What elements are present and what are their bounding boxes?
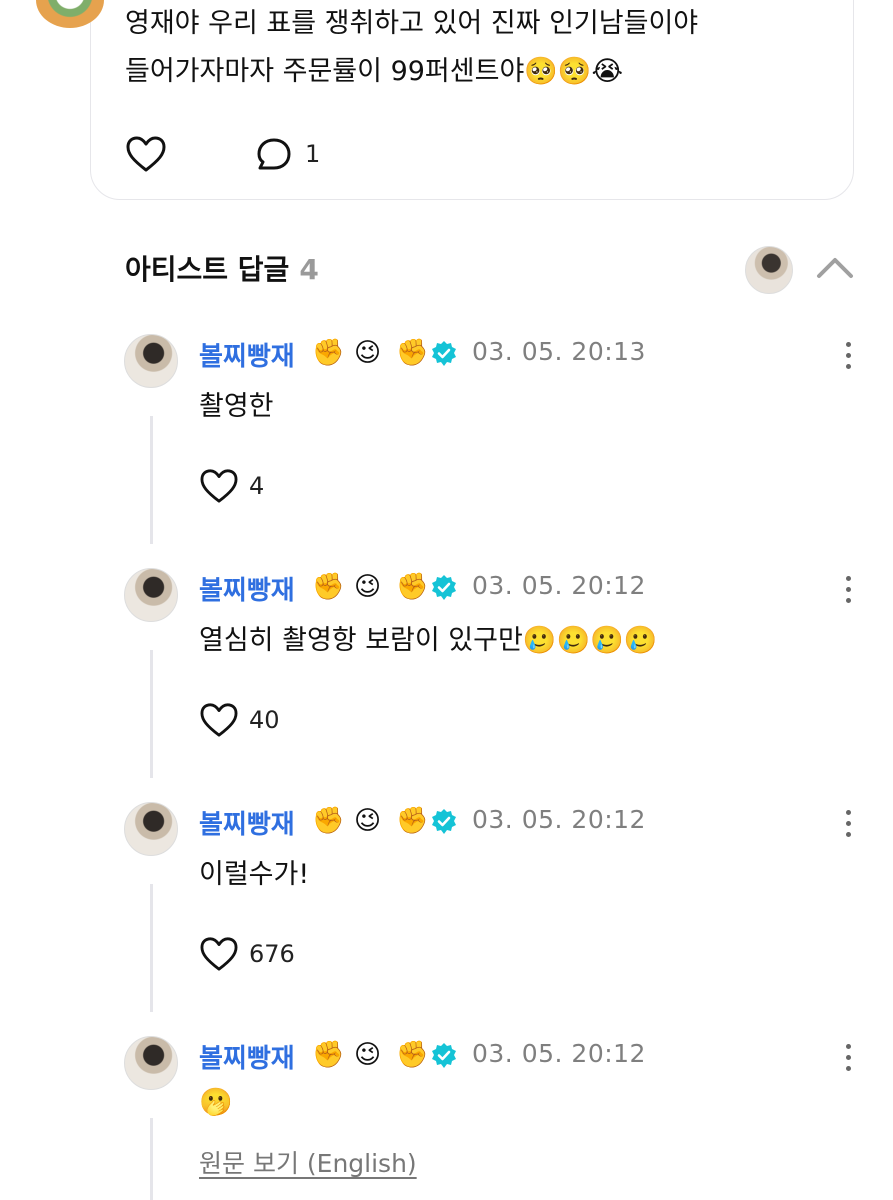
artist-avatar[interactable]: [745, 246, 793, 294]
reply-avatar[interactable]: [124, 1036, 178, 1090]
verified-badge-icon: [432, 1043, 456, 1068]
section-title-text: 아티스트 답글: [125, 253, 290, 286]
thread-line: [150, 1118, 153, 1200]
more-dot: [846, 832, 851, 837]
like-count: 4: [249, 472, 265, 500]
more-dot: [846, 821, 851, 826]
more-options-button[interactable]: [836, 572, 860, 608]
more-dot: [846, 576, 851, 581]
heart-outline-icon: [200, 469, 238, 503]
reply-text: 이럴수가!: [199, 859, 310, 890]
chevron-up-icon: [817, 258, 853, 278]
more-dot: [846, 1066, 851, 1071]
reply-avatar[interactable]: [124, 334, 178, 388]
more-dot: [846, 364, 851, 369]
fist-emoji: ✊: [396, 806, 429, 836]
reply-author-name[interactable]: 볼찌빵재: [199, 804, 295, 841]
more-dot: [846, 1044, 851, 1049]
more-dot: [846, 810, 851, 815]
like-count: 40: [249, 706, 280, 734]
heart-outline-icon: [126, 136, 166, 172]
reply-item: 볼찌빵재 ✊ 😉 ✊ 03. 05. 20:12 열심히 촬영항 보람이 있구만…: [124, 568, 864, 788]
view-original-link[interactable]: 원문 보기 (English): [199, 1144, 417, 1180]
thread-line: [150, 650, 153, 778]
like-button[interactable]: 676: [199, 936, 295, 972]
fist-emoji: ✊: [312, 338, 345, 368]
like-button[interactable]: 40: [199, 702, 280, 738]
fist-emoji: ✊: [396, 572, 429, 602]
post-actions: 1: [125, 132, 320, 176]
wink-emoji: 😉: [354, 806, 382, 836]
collapse-button[interactable]: [815, 252, 855, 286]
wink-emoji: 😉: [354, 572, 382, 602]
reply-text: 🫢: [199, 1087, 233, 1118]
fist-emoji: ✊: [396, 1040, 429, 1070]
reply-item: 볼찌빵재 ✊ 😉 ✊ 03. 05. 20:13 촬영한 4: [124, 334, 864, 554]
verified-badge-icon: [432, 575, 456, 600]
fist-emoji: ✊: [312, 572, 345, 602]
thread-line: [150, 884, 153, 1012]
post-text-line-2: 들어가자마자 주문률이 99퍼센트야🥺🥺😭: [125, 56, 624, 87]
reply-item: 볼찌빵재 ✊ 😉 ✊ 03. 05. 20:12 🫢 원문 보기 (Englis…: [124, 1036, 864, 1200]
reply-avatar[interactable]: [124, 802, 178, 856]
reply-item: 볼찌빵재 ✊ 😉 ✊ 03. 05. 20:12 이럴수가! 676: [124, 802, 864, 1022]
more-dot: [846, 353, 851, 358]
thread-line: [150, 416, 153, 544]
more-dot: [846, 342, 851, 347]
post-comment-count: 1: [305, 140, 321, 168]
heart-outline-icon: [200, 937, 238, 971]
fist-emoji: ✊: [312, 806, 345, 836]
reply-timestamp: 03. 05. 20:12: [472, 571, 646, 600]
post-text-line-1: 영재야 우리 표를 쟁취하고 있어 진짜 인기남들이야: [125, 8, 699, 39]
section-title: 아티스트 답글 4: [125, 248, 319, 288]
speech-bubble-icon: [257, 138, 291, 170]
reply-timestamp: 03. 05. 20:13: [472, 337, 646, 366]
reply-avatar[interactable]: [124, 568, 178, 622]
more-dot: [846, 598, 851, 603]
wink-emoji: 😉: [354, 338, 382, 368]
reply-author-name[interactable]: 볼찌빵재: [199, 570, 295, 607]
fist-emoji: ✊: [396, 338, 429, 368]
post-like-button[interactable]: [125, 135, 167, 173]
like-count: 676: [249, 940, 295, 968]
artist-replies-header: 아티스트 답글 4: [125, 246, 860, 294]
fist-emoji: ✊: [312, 1040, 345, 1070]
reply-text: 촬영한: [199, 391, 274, 422]
more-options-button[interactable]: [836, 806, 860, 842]
reply-author-name[interactable]: 볼찌빵재: [199, 336, 295, 373]
post-text: 영재야 우리 표를 쟁취하고 있어 진짜 인기남들이야 들어가자마자 주문률이 …: [125, 0, 865, 96]
wink-emoji: 😉: [354, 1040, 382, 1070]
section-count: 4: [299, 253, 319, 286]
more-dot: [846, 587, 851, 592]
reply-author-name[interactable]: 볼찌빵재: [199, 1038, 295, 1075]
more-options-button[interactable]: [836, 1040, 860, 1076]
like-button[interactable]: 4: [199, 468, 264, 504]
reply-timestamp: 03. 05. 20:12: [472, 1039, 646, 1068]
reply-text: 열심히 촬영항 보람이 있구만🥲🥲🥲🥲: [199, 625, 658, 656]
post-comment-button[interactable]: 1: [255, 136, 320, 172]
reply-timestamp: 03. 05. 20:12: [472, 805, 646, 834]
more-options-button[interactable]: [836, 338, 860, 374]
verified-badge-icon: [432, 341, 456, 366]
heart-outline-icon: [200, 703, 238, 737]
verified-badge-icon: [432, 809, 456, 834]
more-dot: [846, 1055, 851, 1060]
